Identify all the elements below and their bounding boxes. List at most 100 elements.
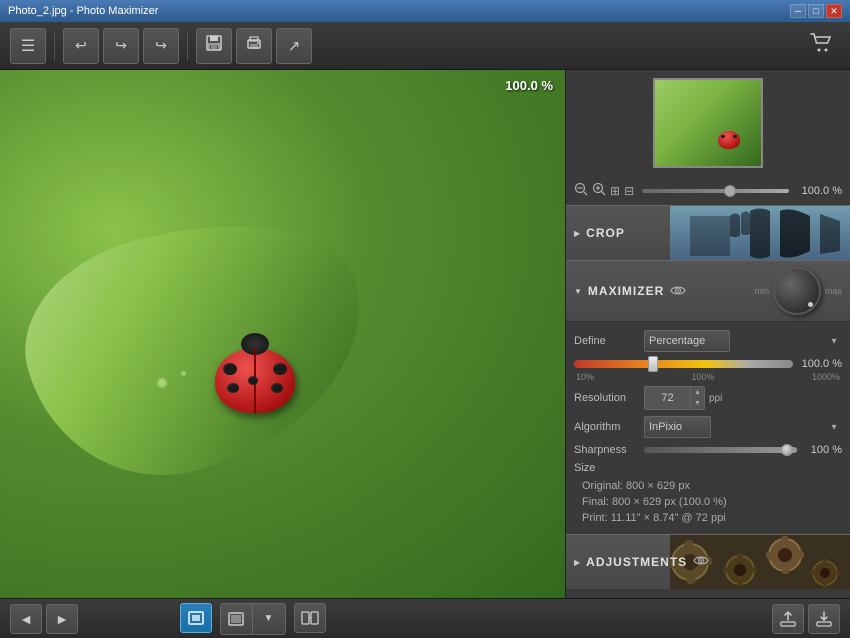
spot-3 bbox=[273, 363, 287, 375]
minimize-button[interactable]: ─ bbox=[790, 4, 806, 18]
history-back-icon: ↪ bbox=[115, 37, 127, 54]
define-row: Define Percentage Pixels Inches Centimet… bbox=[574, 330, 842, 352]
crop-arrow-icon: ▶ bbox=[574, 229, 580, 238]
crop-section-header[interactable]: ▶ CROP bbox=[566, 205, 850, 260]
resolution-spinner: ▲ ▼ bbox=[644, 386, 705, 410]
main-content: 100.0 % bbox=[0, 70, 850, 598]
crop-header-content: ▶ CROP bbox=[574, 226, 625, 240]
redo-button[interactable]: ↪ bbox=[143, 28, 179, 64]
menu-button[interactable]: ☰ bbox=[10, 28, 46, 64]
size-slider-value: 100.0 % bbox=[797, 358, 842, 370]
print-button[interactable] bbox=[236, 28, 272, 64]
undo-button[interactable]: ↩ bbox=[63, 28, 99, 64]
maximizer-eye-icon[interactable] bbox=[670, 284, 686, 299]
sharpness-row: Sharpness 100 % bbox=[574, 444, 842, 456]
thumbnail-ladybug bbox=[718, 131, 740, 149]
resolution-down-button[interactable]: ▼ bbox=[690, 398, 704, 409]
define-select-wrapper: Percentage Pixels Inches Centimeters ▼ bbox=[644, 330, 842, 352]
sharpness-slider-thumb[interactable] bbox=[781, 444, 793, 456]
upload-icon bbox=[779, 610, 797, 628]
size-info-section: Size Original: 800 × 629 px Final: 800 ×… bbox=[574, 462, 842, 526]
save-button[interactable] bbox=[196, 28, 232, 64]
maximize-button[interactable]: □ bbox=[808, 4, 824, 18]
adjustments-section-header[interactable]: ▶ ADJUSTMENTS bbox=[566, 534, 850, 589]
thumb-spot-2 bbox=[733, 135, 737, 138]
maximizer-section-title: MAXIMIZER bbox=[588, 284, 664, 298]
final-size: Final: 800 × 629 px (100.0 %) bbox=[574, 494, 842, 510]
sharpness-label: Sharpness bbox=[574, 444, 644, 456]
nav-left-icon: ◄ bbox=[19, 611, 33, 627]
resolution-input[interactable] bbox=[645, 387, 690, 409]
sharpness-value: 100 % bbox=[797, 444, 842, 456]
define-select[interactable]: Percentage Pixels Inches Centimeters bbox=[644, 330, 730, 352]
upload-button[interactable] bbox=[772, 604, 804, 634]
export-icon: ↗ bbox=[288, 37, 301, 55]
algorithm-select-arrow-icon: ▼ bbox=[830, 423, 838, 432]
maximizer-knob[interactable] bbox=[773, 267, 821, 315]
ladybug-body bbox=[215, 348, 295, 413]
slider-max-label: 1000% bbox=[812, 372, 840, 382]
size-slider-wrapper: 100.0 % bbox=[574, 358, 842, 370]
size-slider-thumb[interactable] bbox=[648, 356, 658, 372]
thumbnail-box bbox=[653, 78, 763, 168]
bottom-center-buttons: ▼ bbox=[82, 603, 423, 635]
close-button[interactable]: ✕ bbox=[826, 4, 842, 18]
size-section-label: Size bbox=[574, 462, 842, 474]
toolbar-sep-2 bbox=[187, 31, 188, 61]
single-view-icon bbox=[227, 611, 245, 627]
zoom-label: 100.0 % bbox=[505, 78, 553, 93]
zoom-fit-icon[interactable]: ⊞ bbox=[610, 184, 620, 198]
cart-icon bbox=[810, 33, 834, 58]
view-mode-group: ▼ bbox=[220, 603, 286, 635]
zoom-slider-thumb[interactable] bbox=[724, 185, 736, 197]
knob-dot bbox=[808, 302, 813, 307]
spot-1 bbox=[223, 363, 237, 375]
title-bar: Photo_2.jpg - Photo Maximizer ─ □ ✕ bbox=[0, 0, 850, 22]
fit-screen-button[interactable] bbox=[180, 603, 212, 633]
adjustments-eye-icon[interactable] bbox=[693, 555, 709, 569]
spot-4 bbox=[271, 383, 283, 393]
leaf-background bbox=[0, 70, 565, 598]
save-icon bbox=[205, 34, 223, 57]
history-back-button[interactable]: ↪ bbox=[103, 28, 139, 64]
maximizer-section-header[interactable]: ▼ MAXIMIZER min max bbox=[566, 260, 850, 322]
export-button[interactable]: ↗ bbox=[276, 28, 312, 64]
adjustments-header-content: ▶ ADJUSTMENTS bbox=[574, 555, 709, 569]
algorithm-select-wrapper: InPixio Lanczos Bicubic ▼ bbox=[644, 416, 842, 438]
split-view-button[interactable]: ▼ bbox=[253, 604, 285, 634]
single-view-button[interactable] bbox=[221, 604, 253, 634]
photo-canvas bbox=[0, 70, 565, 598]
define-select-arrow-icon: ▼ bbox=[830, 337, 838, 346]
algorithm-select[interactable]: InPixio Lanczos Bicubic bbox=[644, 416, 711, 438]
sharpness-slider-track[interactable] bbox=[644, 447, 797, 453]
size-slider-track[interactable] bbox=[574, 360, 793, 368]
nav-left-button[interactable]: ◄ bbox=[10, 604, 42, 634]
print-size: Print: 11.11" × 8.74" @ 72 ppi bbox=[574, 510, 842, 526]
download-button[interactable] bbox=[808, 604, 840, 634]
resolution-up-button[interactable]: ▲ bbox=[690, 387, 704, 398]
slider-mid-label: 100% bbox=[691, 372, 714, 382]
compare-button[interactable] bbox=[294, 603, 326, 633]
nav-right-button[interactable]: ► bbox=[46, 604, 78, 634]
maximizer-body: Define Percentage Pixels Inches Centimet… bbox=[566, 322, 850, 534]
undo-icon: ↩ bbox=[75, 37, 87, 54]
fit-screen-icon bbox=[187, 610, 205, 626]
cart-button[interactable] bbox=[804, 28, 840, 64]
window-title: Photo_2.jpg - Photo Maximizer bbox=[8, 5, 158, 17]
redo-icon: ↪ bbox=[155, 37, 167, 54]
zoom-in-icon[interactable] bbox=[592, 182, 606, 199]
maximizer-arrow-icon: ▼ bbox=[574, 287, 582, 296]
crop-bg-image bbox=[670, 206, 850, 260]
leaf-highlight bbox=[3, 189, 392, 506]
ladybug bbox=[215, 348, 295, 413]
thumb-spot-1 bbox=[721, 135, 725, 138]
algorithm-label: Algorithm bbox=[574, 421, 644, 433]
thumbnail-area bbox=[566, 70, 850, 176]
zoom-actual-icon[interactable]: ⊟ bbox=[624, 184, 634, 198]
bottom-toolbar: ◄ ► ▼ bbox=[0, 598, 850, 638]
photo-area[interactable]: 100.0 % bbox=[0, 70, 565, 598]
window-controls: ─ □ ✕ bbox=[790, 4, 842, 18]
zoom-slider[interactable] bbox=[642, 189, 789, 193]
maximizer-controls: min max bbox=[754, 267, 842, 315]
zoom-out-icon[interactable] bbox=[574, 182, 588, 199]
